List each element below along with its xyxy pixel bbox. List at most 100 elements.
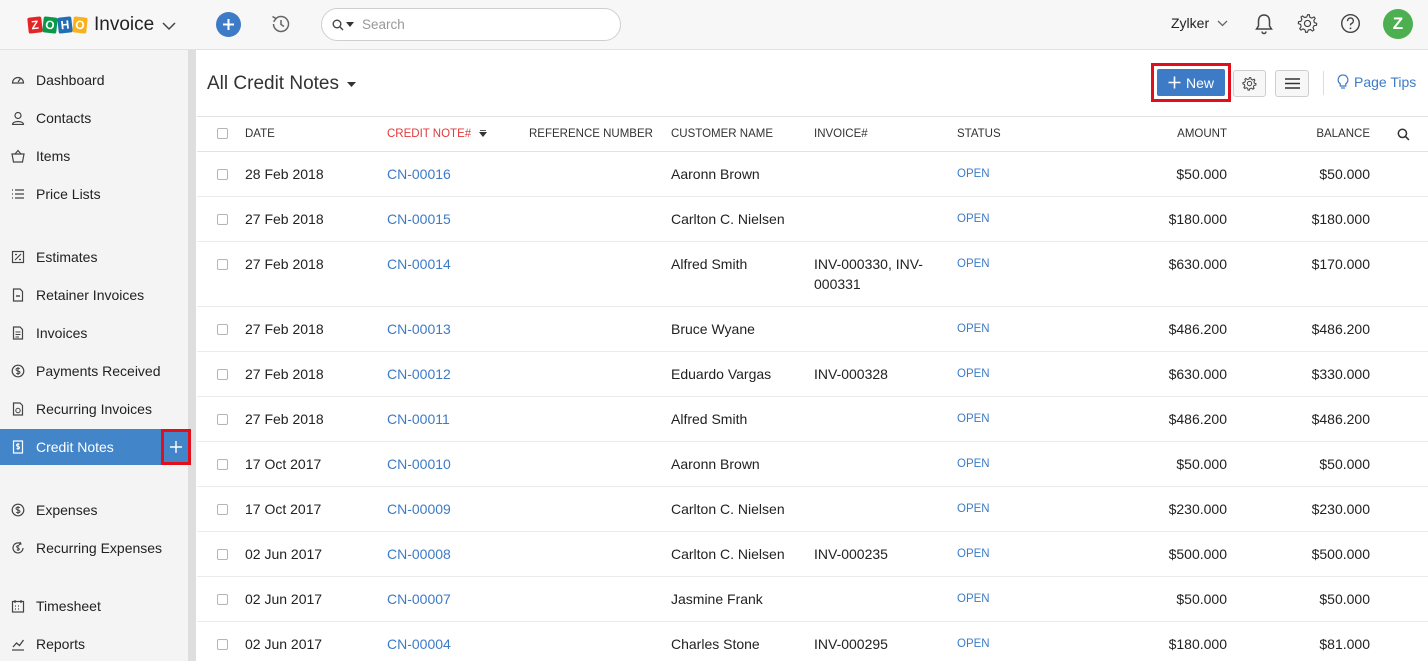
sidebar-item-price-lists[interactable]: Price Lists (0, 176, 188, 212)
sidebar-scrollbar[interactable] (188, 50, 196, 661)
customer-cell: Eduardo Vargas (671, 366, 772, 382)
select-all-checkbox[interactable] (217, 128, 228, 139)
bell-icon[interactable] (1254, 13, 1274, 35)
column-header-balance[interactable]: BALANCE (1316, 128, 1370, 140)
sidebar-item-credit-notes[interactable]: Credit Notes (0, 429, 161, 465)
credit-note-link[interactable]: CN-00016 (387, 166, 451, 182)
sidebar-item-reports[interactable]: Reports (0, 626, 188, 661)
row-checkbox[interactable] (217, 169, 228, 180)
sidebar-item-timesheet[interactable]: Timesheet (0, 588, 188, 624)
row-checkbox[interactable] (217, 549, 228, 560)
sidebar-item-retainer-invoices[interactable]: Retainer Invoices (0, 277, 188, 313)
balance-cell: $50.000 (1319, 456, 1370, 472)
table-row[interactable]: 27 Feb 2018 CN-00015 Carlton C. Nielsen … (197, 197, 1428, 242)
sidebar-item-dashboard[interactable]: Dashboard (0, 62, 188, 98)
row-checkbox[interactable] (217, 459, 228, 470)
column-header-label: CREDIT NOTE# (387, 128, 472, 140)
chevron-down-icon (1217, 20, 1228, 26)
column-header-reference-number[interactable]: REFERENCE NUMBER (529, 128, 653, 140)
credit-note-link[interactable]: CN-00007 (387, 591, 451, 607)
logo-letter: H (57, 16, 73, 34)
table-row[interactable]: 28 Feb 2018 CN-00016 Aaronn Brown OPEN $… (197, 152, 1428, 197)
search-icon (332, 19, 344, 30)
table-row[interactable]: 17 Oct 2017 CN-00009 Carlton C. Nielsen … (197, 487, 1428, 532)
row-checkbox[interactable] (217, 594, 228, 605)
credit-note-link[interactable]: CN-00013 (387, 321, 451, 337)
avatar[interactable]: Z (1383, 9, 1413, 39)
app-switcher[interactable]: Z O H O Invoice (0, 0, 196, 50)
sidebar-item-recurring-expenses[interactable]: Recurring Expenses (0, 530, 188, 566)
page-tips-link[interactable]: Page Tips (1337, 74, 1416, 90)
sidebar: Dashboard Contacts Items Price Lists Est… (0, 50, 196, 661)
column-header-invoice[interactable]: INVOICE# (814, 128, 944, 140)
search-input[interactable] (362, 17, 602, 32)
amount-cell: $180.000 (1168, 211, 1227, 227)
recurring-expenses-icon (12, 541, 24, 554)
table-row[interactable]: 17 Oct 2017 CN-00010 Aaronn Brown OPEN $… (197, 442, 1428, 487)
new-credit-note-button[interactable]: New (1157, 69, 1225, 96)
date-cell: 27 Feb 2018 (245, 211, 324, 227)
invoice-cell: INV-000295 (814, 636, 888, 652)
search-icon[interactable] (1397, 128, 1410, 141)
column-header-date[interactable]: DATE (245, 128, 275, 140)
view-selector[interactable]: All Credit Notes (207, 73, 356, 95)
caret-down-icon (347, 81, 356, 87)
sidebar-item-label: Invoices (36, 325, 88, 341)
row-checkbox[interactable] (217, 259, 228, 270)
column-header-customer-name[interactable]: CUSTOMER NAME (671, 128, 773, 140)
new-credit-note-shortcut-button[interactable] (161, 429, 191, 465)
search-filter-dropdown[interactable] (332, 19, 354, 31)
table-row[interactable]: 02 Jun 2017 CN-00008 Carlton C. Nielsen … (197, 532, 1428, 577)
table-row[interactable]: 27 Feb 2018 CN-00012 Eduardo Vargas INV-… (197, 352, 1428, 397)
sidebar-item-label: Payments Received (36, 363, 161, 379)
quick-create-button[interactable] (216, 12, 241, 37)
credit-note-link[interactable]: CN-00009 (387, 501, 451, 517)
table-row[interactable]: 27 Feb 2018 CN-00014 Alfred Smith INV-00… (197, 242, 1428, 307)
sidebar-item-payments-received[interactable]: Payments Received (0, 353, 188, 389)
column-header-credit-note[interactable]: CREDIT NOTE# (387, 128, 488, 140)
sidebar-item-expenses[interactable]: Expenses (0, 492, 188, 528)
customer-cell: Alfred Smith (671, 256, 748, 272)
row-checkbox[interactable] (217, 324, 228, 335)
date-cell: 27 Feb 2018 (245, 411, 324, 427)
credit-note-link[interactable]: CN-00012 (387, 366, 451, 382)
date-cell: 02 Jun 2017 (245, 546, 323, 562)
sidebar-item-contacts[interactable]: Contacts (0, 100, 188, 136)
row-checkbox[interactable] (217, 414, 228, 425)
amount-cell: $50.000 (1176, 591, 1227, 607)
credit-note-link[interactable]: CN-00015 (387, 211, 451, 227)
table-header: DATE CREDIT NOTE# REFERENCE NUMBER CUSTO… (197, 116, 1428, 152)
list-settings-button[interactable] (1233, 70, 1266, 97)
hamburger-menu-icon (1284, 78, 1300, 89)
table-row[interactable]: 02 Jun 2017 CN-00004 Charles Stone INV-0… (197, 622, 1428, 661)
row-checkbox[interactable] (217, 369, 228, 380)
table-row[interactable]: 02 Jun 2017 CN-00007 Jasmine Frank OPEN … (197, 577, 1428, 622)
search-box[interactable] (321, 8, 621, 41)
row-checkbox[interactable] (217, 214, 228, 225)
retainer-invoices-icon (12, 288, 24, 302)
credit-note-link[interactable]: CN-00010 (387, 456, 451, 472)
help-icon[interactable] (1340, 13, 1361, 34)
balance-cell: $500.000 (1311, 546, 1370, 562)
gear-icon[interactable] (1297, 13, 1318, 34)
credit-note-link[interactable]: CN-00004 (387, 636, 451, 652)
sidebar-item-label: Estimates (36, 249, 98, 265)
table-row[interactable]: 27 Feb 2018 CN-00013 Bruce Wyane OPEN $4… (197, 307, 1428, 352)
credit-note-link[interactable]: CN-00008 (387, 546, 451, 562)
credit-note-link[interactable]: CN-00011 (387, 411, 450, 427)
sidebar-item-recurring-invoices[interactable]: Recurring Invoices (0, 391, 188, 427)
history-icon[interactable] (269, 12, 293, 36)
sidebar-item-invoices[interactable]: Invoices (0, 315, 188, 351)
organization-switcher[interactable]: Zylker (1171, 15, 1228, 31)
customer-cell: Carlton C. Nielsen (671, 546, 785, 562)
credit-note-link[interactable]: CN-00014 (387, 256, 451, 272)
column-header-amount[interactable]: AMOUNT (1177, 128, 1227, 140)
sidebar-item-estimates[interactable]: Estimates (0, 239, 188, 275)
new-button-highlight: New (1151, 63, 1231, 102)
column-header-status[interactable]: STATUS (957, 128, 1001, 140)
table-row[interactable]: 27 Feb 2018 CN-00011 Alfred Smith OPEN $… (197, 397, 1428, 442)
row-checkbox[interactable] (217, 639, 228, 650)
row-checkbox[interactable] (217, 504, 228, 515)
sidebar-item-items[interactable]: Items (0, 138, 188, 174)
more-options-button[interactable] (1275, 70, 1309, 97)
